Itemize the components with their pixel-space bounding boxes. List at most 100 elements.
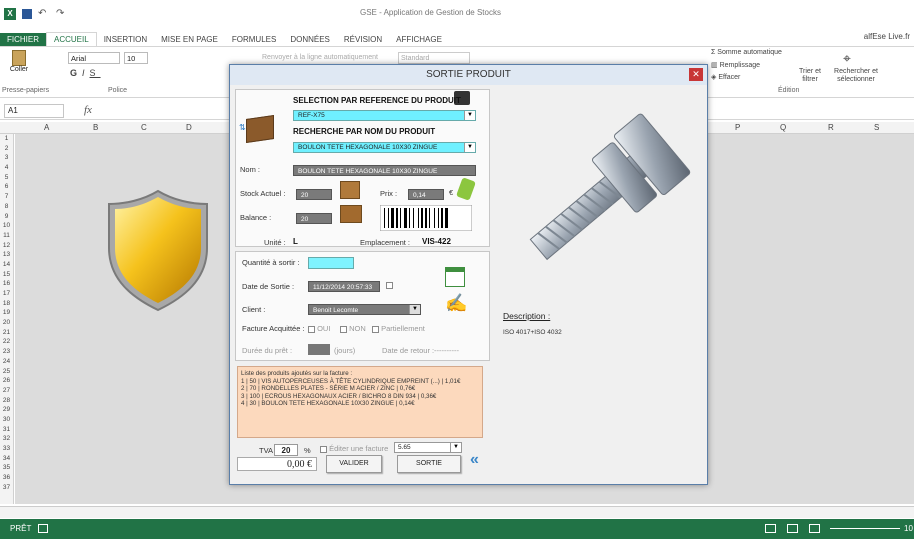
editer-facture-option[interactable]: Éditer une facture	[320, 444, 388, 453]
undo-icon[interactable]: ↶	[38, 8, 50, 20]
col-a[interactable]: A	[44, 123, 49, 132]
tab-formules[interactable]: FORMULES	[225, 33, 283, 46]
row-header[interactable]: 29	[0, 405, 13, 415]
row-header[interactable]: 15	[0, 270, 13, 280]
tab-fichier[interactable]: FICHIER	[0, 33, 46, 46]
row-header[interactable]: 32	[0, 434, 13, 444]
save-icon[interactable]	[22, 9, 32, 19]
row-header[interactable]: 3	[0, 153, 13, 163]
find-select-button[interactable]: Rechercher et sélectionner	[830, 68, 882, 84]
close-button[interactable]: ✕	[689, 68, 703, 81]
opt-non[interactable]: NON	[340, 324, 366, 333]
list-item[interactable]: 3 | 100 | ECROUS HEXAGONAUX ACIER / BICH…	[241, 393, 479, 401]
date-checkbox[interactable]	[386, 282, 393, 289]
valider-button[interactable]: VALIDER	[326, 455, 382, 473]
row-header[interactable]: 18	[0, 299, 13, 309]
tab-accueil[interactable]: ACCUEIL	[46, 32, 97, 46]
chevron-down-icon[interactable]: ▼	[409, 305, 420, 314]
duree-field[interactable]	[308, 344, 330, 355]
opt-oui[interactable]: OUI	[308, 324, 330, 333]
list-item[interactable]: 2 | 70 | RONDELLES PLATES - SÉRIE M ACIE…	[241, 385, 479, 393]
row-header[interactable]: 10	[0, 221, 13, 231]
col-b[interactable]: B	[93, 123, 98, 132]
collapse-icon[interactable]: «	[470, 451, 479, 469]
font-size-select[interactable]: 10	[124, 52, 148, 64]
row-header[interactable]: 25	[0, 367, 13, 377]
row-header[interactable]: 19	[0, 308, 13, 318]
row-header[interactable]: 6	[0, 182, 13, 192]
row-header[interactable]: 7	[0, 192, 13, 202]
sortie-button[interactable]: SORTIE	[397, 455, 461, 473]
row-header[interactable]: 1	[0, 134, 13, 144]
qty-input[interactable]	[308, 257, 354, 269]
fill-button[interactable]: ▥ Remplissage	[711, 61, 760, 69]
ref-select[interactable]: REF-X75 ▼	[293, 110, 476, 121]
row-header[interactable]: 31	[0, 425, 13, 435]
row-header[interactable]: 30	[0, 415, 13, 425]
chevron-down-icon[interactable]: ▼	[464, 111, 475, 120]
tab-revision[interactable]: RÉVISION	[337, 33, 389, 46]
row-header[interactable]: 27	[0, 386, 13, 396]
font-name-select[interactable]: Arial	[68, 52, 120, 64]
view-pagebreak-icon[interactable]	[809, 524, 820, 533]
list-item[interactable]: 4 | 30 | BOULON TETE HEXAGONALE 10X30 ZI…	[241, 400, 479, 408]
row-header[interactable]: 14	[0, 260, 13, 270]
view-normal-icon[interactable]	[765, 524, 776, 533]
row-header[interactable]: 8	[0, 202, 13, 212]
tab-mise-en-page[interactable]: MISE EN PAGE	[154, 33, 225, 46]
col-d[interactable]: D	[186, 123, 192, 132]
fx-icon[interactable]: fx	[84, 104, 92, 116]
clear-button[interactable]: ◈ Effacer	[711, 73, 740, 81]
row-header[interactable]: 22	[0, 337, 13, 347]
chevron-down-icon[interactable]: ▼	[464, 143, 475, 152]
name-box[interactable]: A1	[4, 104, 64, 118]
col-s[interactable]: S	[874, 123, 879, 132]
oui-checkbox[interactable]	[308, 325, 315, 333]
non-checkbox[interactable]	[340, 325, 347, 333]
row-header[interactable]: 9	[0, 212, 13, 222]
row-header[interactable]: 4	[0, 163, 13, 173]
wrap-text-button[interactable]: Renvoyer à la ligne automatiquement	[262, 54, 378, 61]
row-header[interactable]: 28	[0, 396, 13, 406]
row-header[interactable]: 2	[0, 144, 13, 154]
col-q[interactable]: Q	[780, 123, 786, 132]
tab-affichage[interactable]: AFFICHAGE	[389, 33, 449, 46]
row-header[interactable]: 24	[0, 357, 13, 367]
opt-partiellement[interactable]: Partiellement	[372, 324, 425, 333]
redo-icon[interactable]: ↷	[56, 8, 68, 20]
name-search-select[interactable]: BOULON TETE HEXAGONALE 10X30 ZINGUE ▼	[293, 142, 476, 153]
row-header[interactable]: 26	[0, 376, 13, 386]
tva-field[interactable]: 20	[274, 444, 298, 456]
tab-insertion[interactable]: INSERTION	[97, 33, 154, 46]
client-select[interactable]: Benoit Lecomte ▼	[308, 304, 421, 315]
row-header[interactable]: 20	[0, 318, 13, 328]
row-header[interactable]: 11	[0, 231, 13, 241]
view-layout-icon[interactable]	[787, 524, 798, 533]
row-header[interactable]: 13	[0, 250, 13, 260]
row-header[interactable]: 34	[0, 454, 13, 464]
format-buttons[interactable]: GIS	[70, 68, 101, 78]
row-header[interactable]: 5	[0, 173, 13, 183]
paste-button[interactable]: Coller	[6, 50, 32, 84]
chevron-down-icon[interactable]: ▼	[450, 443, 461, 452]
col-c[interactable]: C	[141, 123, 147, 132]
col-r[interactable]: R	[828, 123, 834, 132]
row-header[interactable]: 33	[0, 444, 13, 454]
row-header[interactable]: 35	[0, 463, 13, 473]
horizontal-scrollbar[interactable]	[0, 506, 914, 518]
autosum-button[interactable]: Σ Somme automatique	[711, 49, 782, 56]
signature-icon[interactable]: ✍	[445, 293, 467, 314]
col-p[interactable]: P	[735, 123, 740, 132]
row-header[interactable]: 36	[0, 473, 13, 483]
tab-donnees[interactable]: DONNÉES	[283, 33, 337, 46]
editer-checkbox[interactable]	[320, 445, 327, 453]
format-select[interactable]: 5.65 ▼	[394, 442, 462, 453]
row-header[interactable]: 21	[0, 328, 13, 338]
row-header[interactable]: 12	[0, 241, 13, 251]
list-item[interactable]: 1 | 50 | VIS AUTOPERCEUSES À TÊTE CYLIND…	[241, 378, 479, 386]
row-header[interactable]: 23	[0, 347, 13, 357]
partiellement-checkbox[interactable]	[372, 325, 379, 333]
row-header[interactable]: 16	[0, 279, 13, 289]
calendar-icon[interactable]	[445, 267, 465, 287]
row-header[interactable]: 37	[0, 483, 13, 493]
